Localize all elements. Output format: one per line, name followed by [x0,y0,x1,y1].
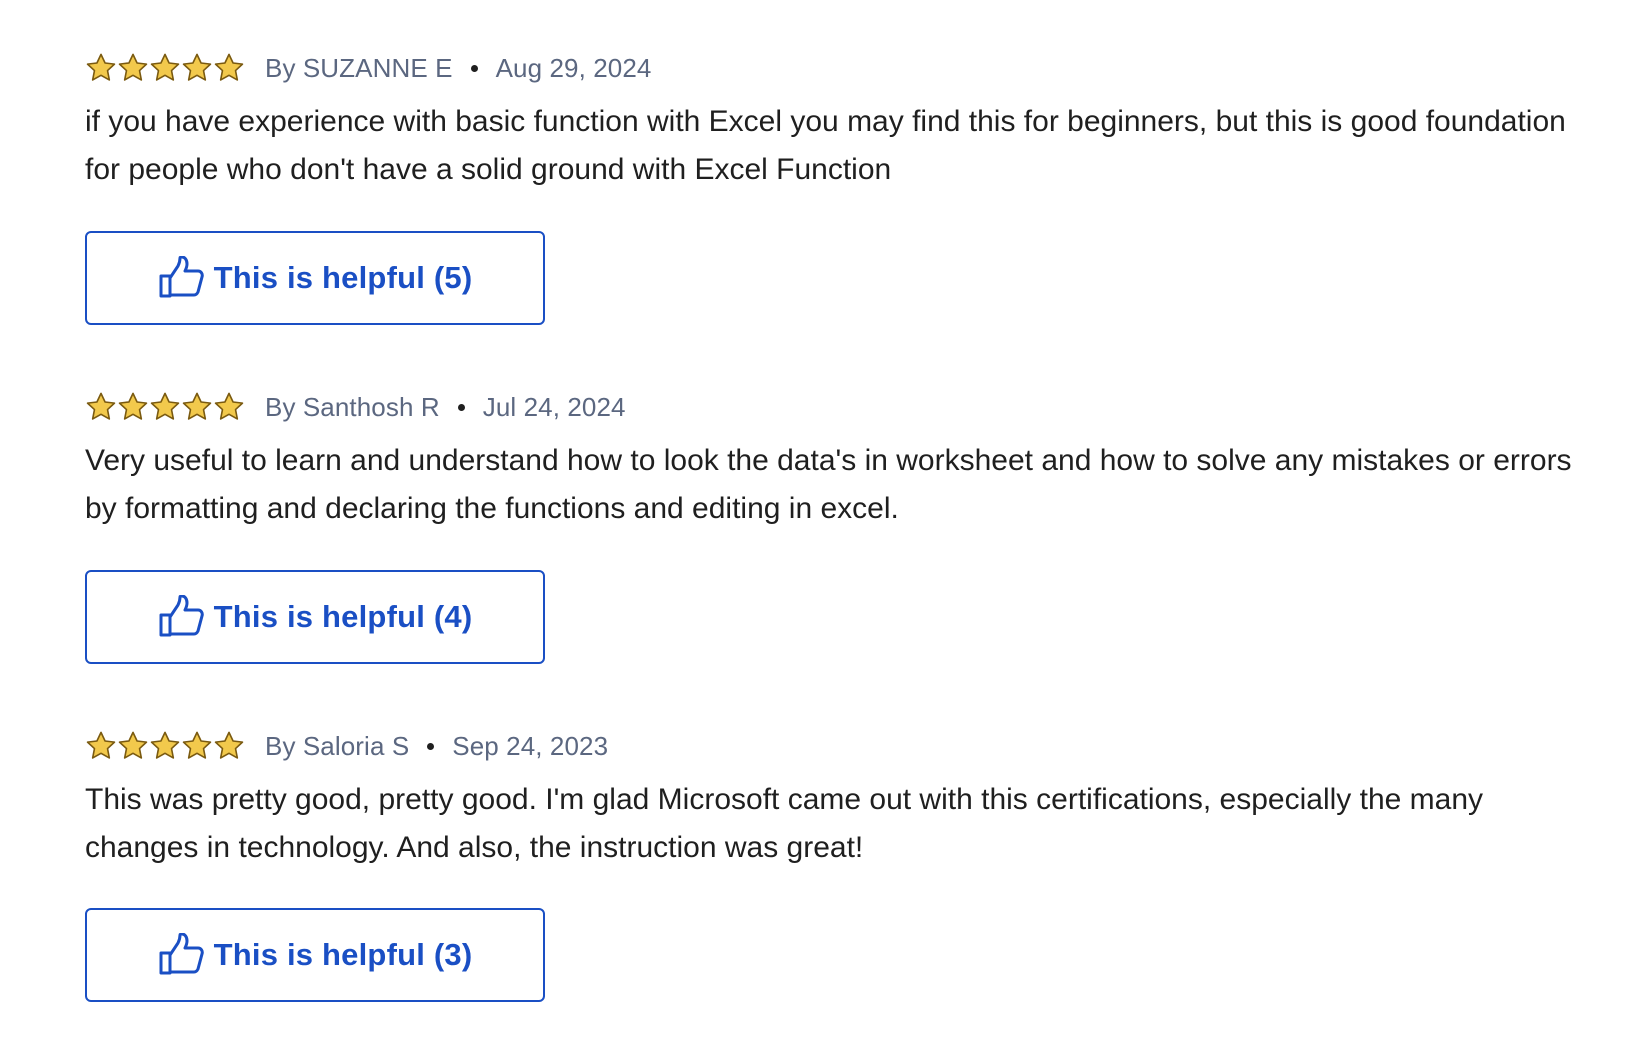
review-meta: By Saloria S Sep 24, 2023 [85,726,1585,766]
star-icon [214,53,244,81]
review-text: This was pretty good, pretty good. I'm g… [85,783,1484,864]
review-author: By SUZANNE E [265,52,453,83]
review-author: By Santhosh R [265,391,440,422]
review-author: By Saloria S [265,730,410,761]
star-rating [85,391,245,423]
separator-dot [457,403,465,411]
star-icon [214,392,244,420]
star-icon [118,53,148,81]
star-icon [150,53,180,81]
star-icon [150,392,180,420]
star-icon [182,53,212,81]
review-meta: By Santhosh R Jul 24, 2024 [85,387,1585,427]
star-icon [86,392,116,420]
star-icon [182,392,212,420]
separator-dot [470,64,478,72]
helpful-label: This is helpful (5) [213,260,473,295]
thumbs-up-icon [159,256,204,298]
review-date: Jul 24, 2024 [482,391,626,422]
star-rating [85,52,245,84]
review-item: By Santhosh R Jul 24, 2024 Very useful t… [85,387,1585,533]
helpful-button[interactable]: This is helpful (4) [85,570,545,664]
helpful-label: This is helpful (3) [213,937,473,972]
review-item: By Saloria S Sep 24, 2023 This was prett… [85,726,1585,872]
star-icon [182,731,212,759]
star-icon [118,392,148,420]
review-item: By SUZANNE E Aug 29, 2024 if you have ex… [85,48,1585,194]
review-text: Very useful to learn and understand how … [85,444,1572,525]
thumbs-up-icon [159,933,204,975]
review-date: Sep 24, 2023 [452,730,609,761]
star-icon [214,731,244,759]
thumbs-up-icon [159,595,204,637]
helpful-button[interactable]: This is helpful (5) [85,231,545,325]
star-icon [150,731,180,759]
star-icon [86,53,116,81]
star-icon [118,731,148,759]
star-rating [85,730,245,762]
helpful-button[interactable]: This is helpful (3) [85,908,545,1002]
review-meta: By SUZANNE E Aug 29, 2024 [85,48,1585,88]
star-icon [86,731,116,759]
separator-dot [427,742,435,750]
helpful-label: This is helpful (4) [213,599,473,634]
review-text: if you have experience with basic functi… [85,105,1566,186]
review-date: Aug 29, 2024 [495,52,652,83]
